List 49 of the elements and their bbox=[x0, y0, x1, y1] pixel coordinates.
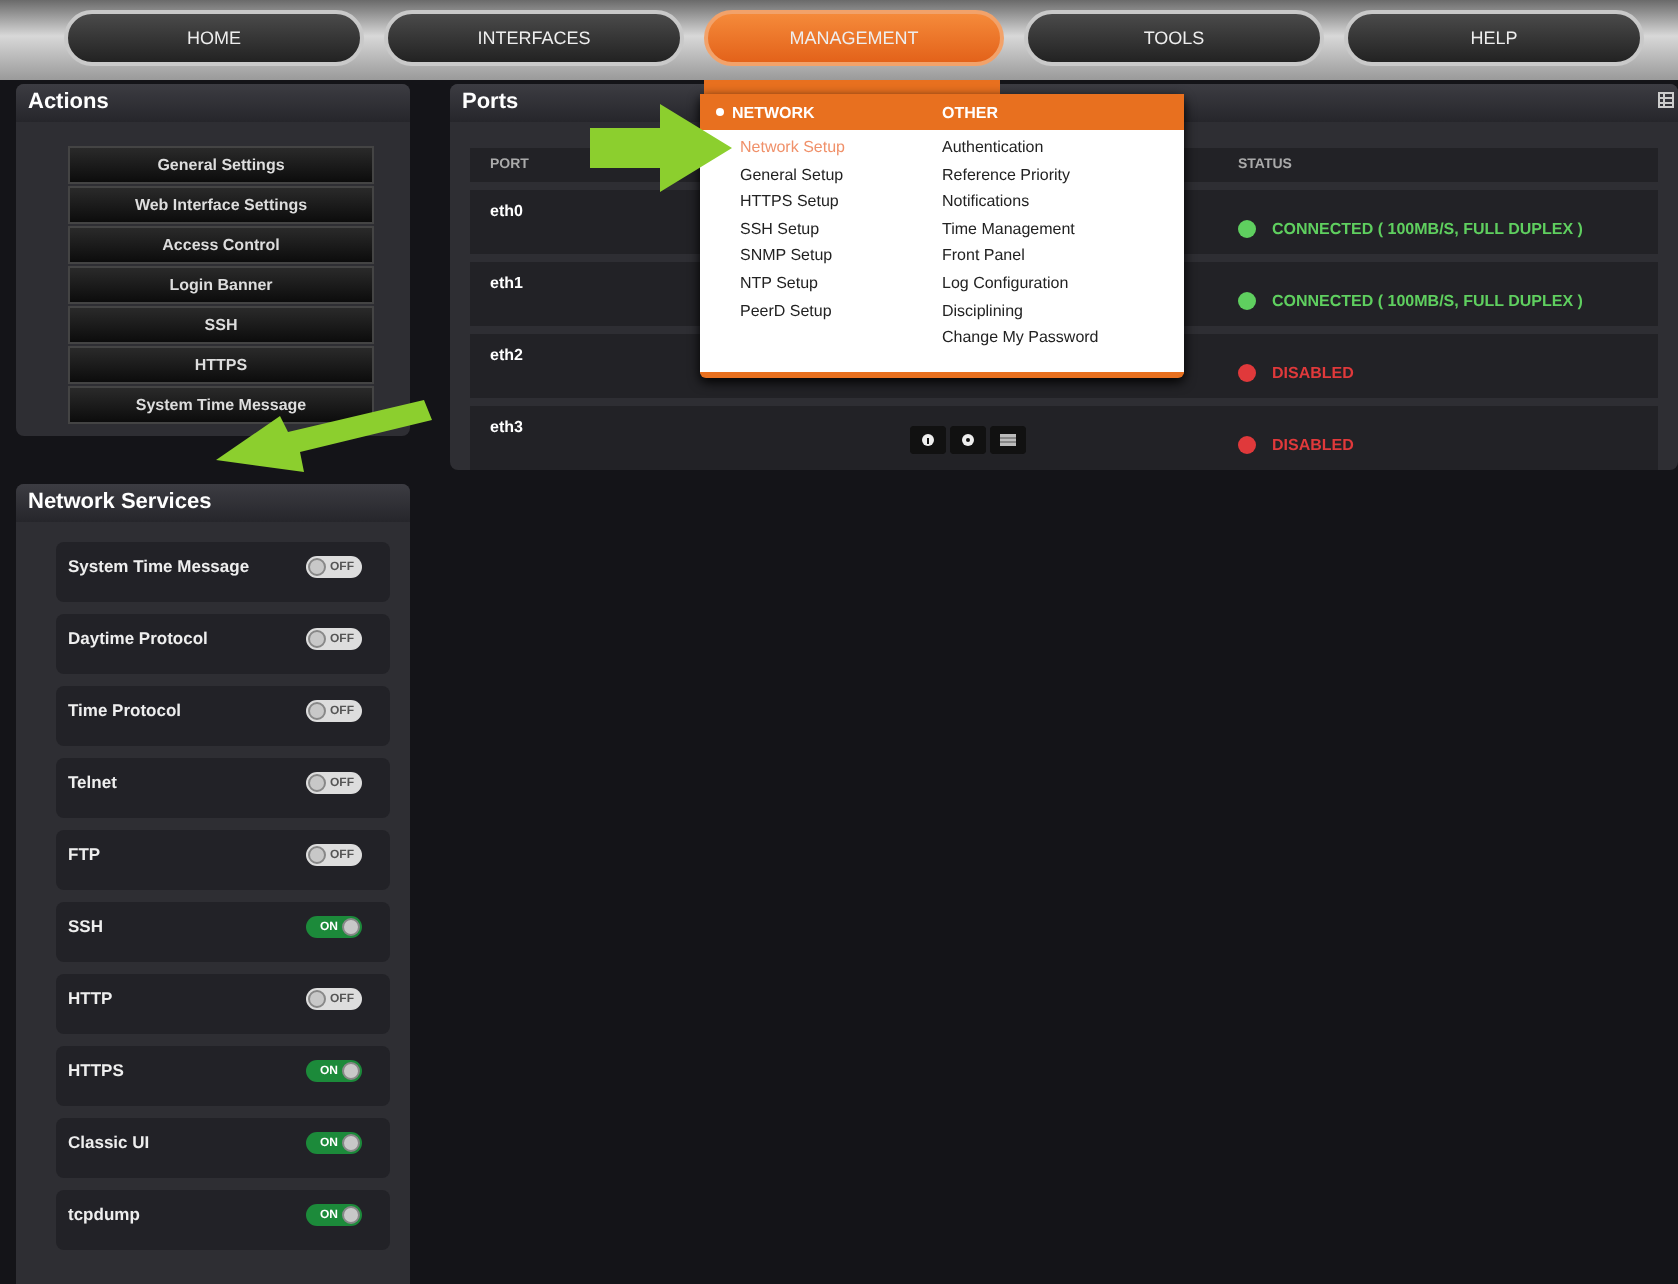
menu-item[interactable]: Time Management bbox=[942, 215, 1184, 243]
service-name: HTTP bbox=[68, 988, 113, 1008]
panel-title: Actions bbox=[16, 84, 410, 122]
port-name: eth0 bbox=[490, 202, 523, 220]
menu-item[interactable]: General Setup bbox=[740, 161, 942, 189]
action-button[interactable]: HTTPS bbox=[68, 346, 374, 384]
menu-item[interactable]: Front Panel bbox=[942, 242, 1184, 270]
service-name: Time Protocol bbox=[68, 700, 182, 720]
menu-item[interactable]: Reference Priority bbox=[942, 161, 1184, 189]
menu-item[interactable]: HTTPS Setup bbox=[740, 188, 942, 216]
grid-icon[interactable] bbox=[1658, 92, 1674, 108]
action-button[interactable]: Access Control bbox=[68, 226, 374, 264]
port-name: eth2 bbox=[490, 346, 523, 364]
menu-item[interactable]: NTP Setup bbox=[740, 269, 942, 298]
service-name: Daytime Protocol bbox=[68, 628, 208, 648]
port-status: CONNECTED ( 100MB/S, FULL DUPLEX ) bbox=[1272, 291, 1583, 309]
menu-item[interactable]: Disciplining bbox=[942, 297, 1184, 325]
nav-tab[interactable]: HOME bbox=[64, 10, 364, 66]
action-button[interactable]: Web Interface Settings bbox=[68, 186, 374, 224]
arrow-drawing bbox=[590, 104, 732, 192]
menu-item[interactable]: PeerD Setup bbox=[740, 297, 942, 325]
service-name: SSH bbox=[68, 916, 103, 936]
menu-item[interactable]: Authentication bbox=[942, 134, 1184, 162]
port-name: eth1 bbox=[490, 274, 523, 292]
port-name: eth3 bbox=[490, 418, 523, 436]
action-button[interactable]: System Time Message bbox=[68, 386, 374, 424]
nav-tab[interactable]: TOOLS bbox=[1024, 10, 1324, 66]
port-status: DISABLED bbox=[1272, 363, 1354, 381]
action-button[interactable]: General Settings bbox=[68, 146, 374, 184]
service-name: Classic UI bbox=[68, 1132, 150, 1152]
service-name: HTTPS bbox=[68, 1060, 124, 1080]
panel-title: Network Services bbox=[16, 484, 410, 522]
service-name: System Time Message bbox=[68, 556, 250, 576]
port-status: CONNECTED ( 100MB/S, FULL DUPLEX ) bbox=[1272, 219, 1583, 237]
port-status: DISABLED bbox=[1272, 435, 1354, 453]
menu-item[interactable]: SSH Setup bbox=[740, 215, 942, 243]
service-name: FTP bbox=[68, 844, 101, 864]
service-name: tcpdump bbox=[68, 1204, 140, 1224]
service-name: Telnet bbox=[68, 772, 117, 792]
action-button[interactable]: Login Banner bbox=[68, 266, 374, 304]
nav-tab[interactable]: HELP bbox=[1344, 10, 1644, 66]
action-button[interactable]: SSH bbox=[68, 306, 374, 344]
nav-tab[interactable]: INTERFACES bbox=[384, 10, 684, 66]
menu-heading: OTHER bbox=[942, 103, 998, 121]
menu-item[interactable]: Log Configuration bbox=[942, 269, 1184, 298]
menu-heading: NETWORK bbox=[732, 103, 815, 121]
menu-item[interactable]: Notifications bbox=[942, 188, 1184, 216]
menu-item[interactable]: Change My Password bbox=[942, 324, 1184, 352]
menu-item[interactable]: SNMP Setup bbox=[740, 242, 942, 270]
